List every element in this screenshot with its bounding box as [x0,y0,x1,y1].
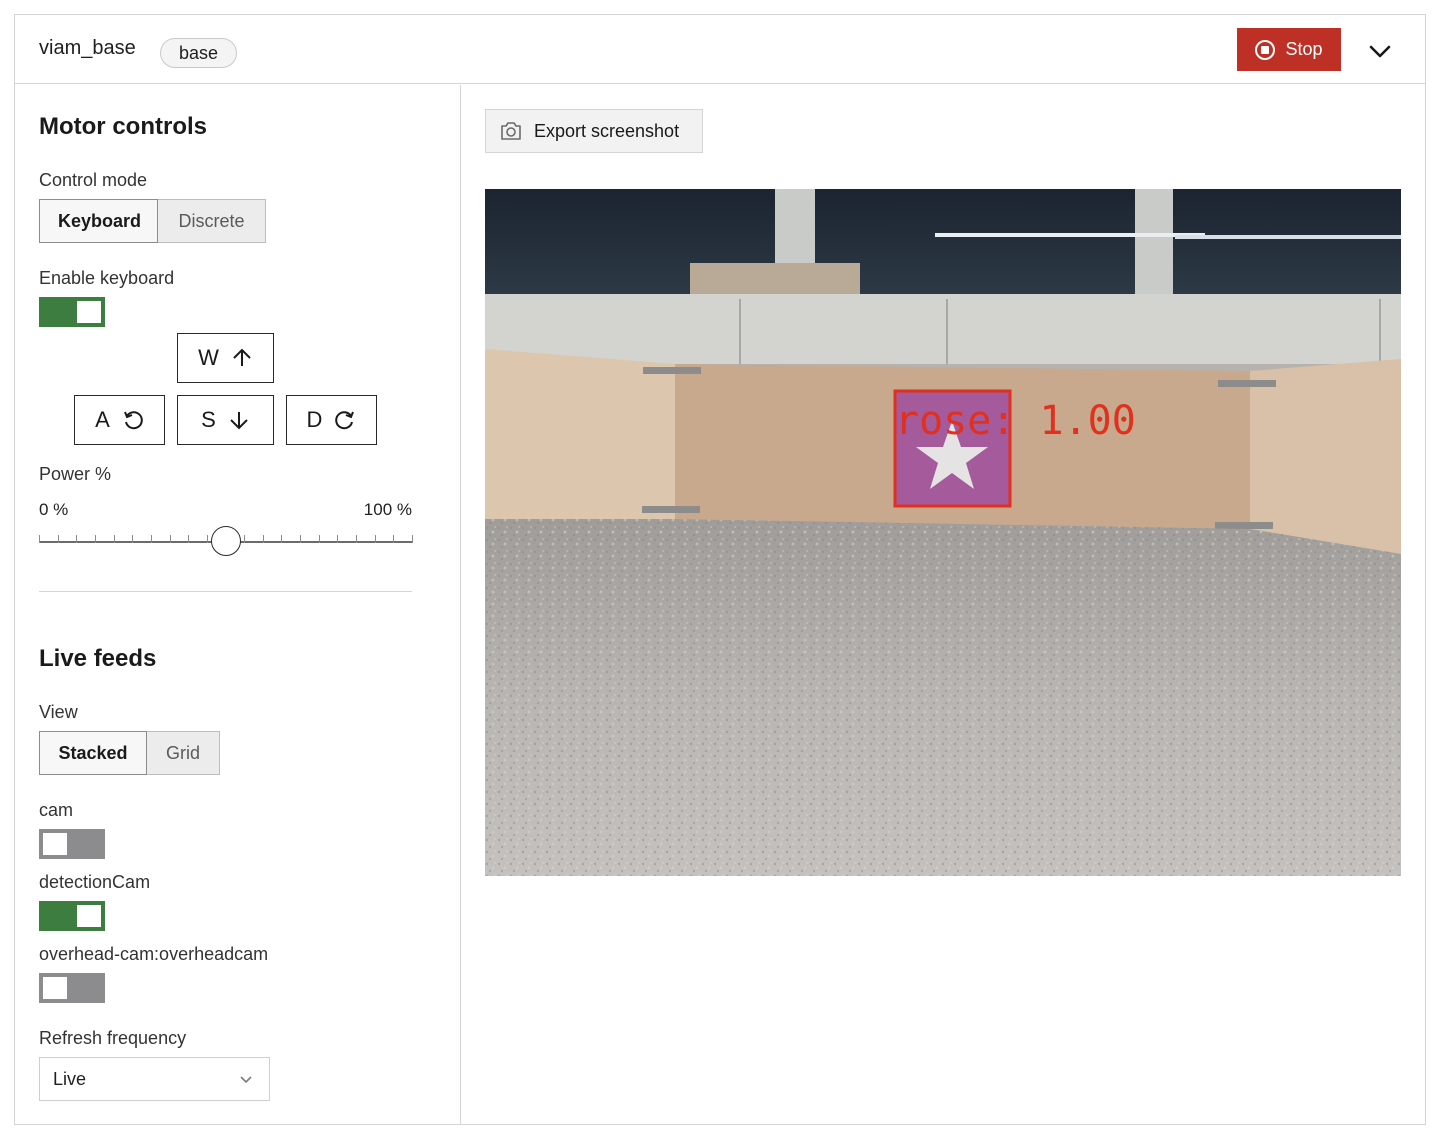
detection-label: rose: 1.00 [895,398,1136,444]
slider-tick [57,535,59,543]
chevron-down-icon [240,1076,252,1084]
key-w-button[interactable]: W [177,333,274,383]
control-mode-toggle: Keyboard Discrete [39,199,266,243]
power-min-label: 0 % [39,500,69,519]
enable-keyboard-label: Enable keyboard [39,268,175,288]
camera-label-overheadcam: overhead-cam:overheadcam [39,944,269,964]
card-header: viam_base base Stop [15,15,1425,84]
slider-tick [39,535,40,543]
slider-tick [281,535,283,543]
camera-label-detectioncam: detectionCam [39,872,151,892]
detection-camera-feed: rose: 1.00 [485,189,1401,876]
switch-knob [43,833,67,855]
camera-label-cam: cam [39,800,74,820]
slider-tick [169,535,171,543]
view-stacked-button[interactable]: Stacked [39,731,147,775]
camera-switch-detectioncam[interactable] [39,901,105,931]
key-d-button[interactable]: D [286,395,377,445]
slider-tick [188,535,190,543]
view-toggle: Stacked Grid [39,731,220,775]
key-d-label: D [306,407,323,432]
slider-tick [94,535,96,543]
camera-switch-cam[interactable] [39,829,105,859]
camera-icon [501,122,521,140]
rotate-left-icon [123,411,143,430]
export-screenshot-label: Export screenshot [534,120,680,141]
enable-keyboard-switch[interactable] [39,297,105,327]
view-grid-button[interactable]: Grid [147,731,220,775]
slider-tick [412,535,413,543]
key-s-button[interactable]: S [177,395,274,445]
slider-tick [244,535,246,543]
stop-button[interactable]: Stop [1237,28,1341,71]
refresh-frequency-label: Refresh frequency [39,1028,187,1048]
controls-panel: Motor controls Control mode Keyboard Dis… [15,85,461,1125]
refresh-frequency-value: Live [53,1068,87,1089]
slider-tick [206,535,208,543]
stop-icon [1255,39,1276,60]
rotate-right-icon [335,411,355,430]
camera-switch-overheadcam[interactable] [39,973,105,1003]
component-name: viam_base [39,37,136,59]
section-divider [39,591,412,592]
power-max-label: 100 % [363,500,412,519]
camera-frame: rose: 1.00 [485,189,1401,876]
slider-tick [337,535,339,543]
arrow-down-icon [230,412,248,430]
export-screenshot-button[interactable]: Export screenshot [485,109,703,153]
motor-controls-heading: Motor controls [39,113,207,140]
base-card: viam_base base Stop Motor controls Contr… [14,14,1426,1125]
slider-tick [374,535,376,543]
switch-knob [77,301,101,323]
slider-tick [318,535,320,543]
view-label: View [39,702,78,722]
slider-tick [356,535,358,543]
key-a-button[interactable]: A [74,395,165,445]
slider-tick [262,535,264,543]
chevron-down-icon[interactable] [1365,37,1395,65]
stop-button-label: Stop [1285,39,1323,59]
slider-tick [132,535,134,543]
refresh-frequency-select[interactable]: Live [39,1057,270,1101]
camera-viewer-panel: Export screenshot rose: 1.00 [461,85,1425,1125]
live-feeds-heading: Live feeds [39,645,157,672]
arrow-up-icon [233,348,251,366]
slider-tick [76,535,78,543]
slider-tick [150,535,152,543]
power-slider-thumb[interactable] [210,526,241,556]
mode-discrete-button[interactable]: Discrete [158,199,266,243]
switch-knob [77,905,101,927]
key-w-label: W [198,345,219,370]
component-type-badge: base [160,38,238,68]
slider-tick [113,535,115,543]
key-a-label: A [95,407,110,432]
slider-tick [393,535,395,543]
key-s-label: S [201,407,216,432]
power-label: Power % [39,464,112,484]
slider-tick [300,535,302,543]
mode-keyboard-button[interactable]: Keyboard [39,199,158,243]
control-mode-label: Control mode [39,170,148,190]
switch-knob [43,977,67,999]
